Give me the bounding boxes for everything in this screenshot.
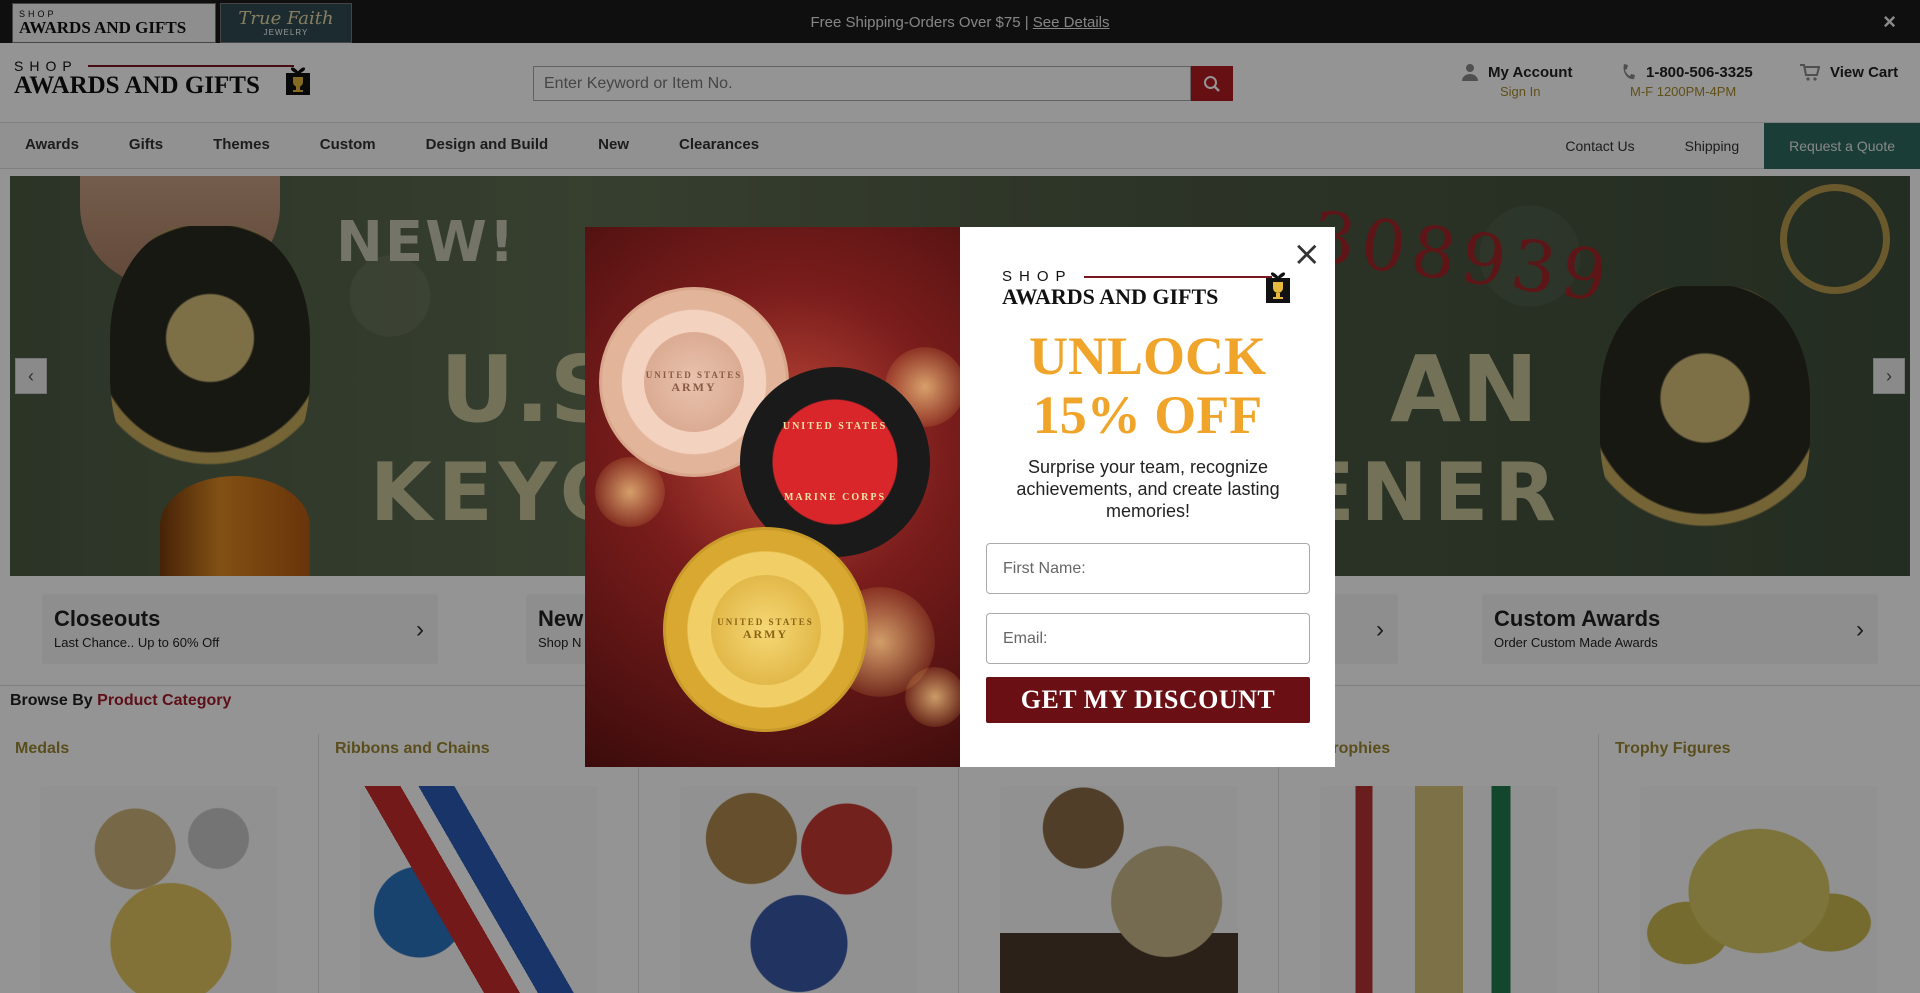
unlock-line-1: UNLOCK [1028,326,1266,386]
modal-logo-rule [1084,276,1272,278]
discount-modal: UNITED STATES ARMY UNITED STATES MARINE … [585,227,1335,767]
coin-top: UNITED STATES [645,369,743,380]
modal-coins-image: UNITED STATES ARMY UNITED STATES MARINE … [585,227,960,767]
army-coin-gold: UNITED STATES ARMY [663,527,868,732]
unlock-line-2: 15% OFF [1032,385,1263,445]
coin-top: UNITED STATES [782,421,888,432]
get-discount-button[interactable]: GET MY DISCOUNT [986,677,1310,723]
coin-bottom: ARMY [671,379,717,394]
first-name-field[interactable] [986,543,1310,594]
email-field[interactable] [986,613,1310,664]
coin-bottom: ARMY [742,627,789,641]
modal-close-icon[interactable]: × [1293,237,1322,271]
modal-logo: SHOP AWARDS AND GIFTS [1002,269,1302,315]
coin-bottom: MARINE CORPS [783,492,887,503]
coin-top: UNITED STATES [717,617,814,627]
modal-body: × SHOP AWARDS AND GIFTS UNLOCK 15% OFF S… [960,227,1335,767]
gift-trophy-icon [1266,272,1290,303]
modal-pitch-text: Surprise your team, recognize achievemen… [1016,457,1280,521]
modal-logo-big: AWARDS AND GIFTS [1002,284,1219,309]
bokeh-light [905,667,960,727]
